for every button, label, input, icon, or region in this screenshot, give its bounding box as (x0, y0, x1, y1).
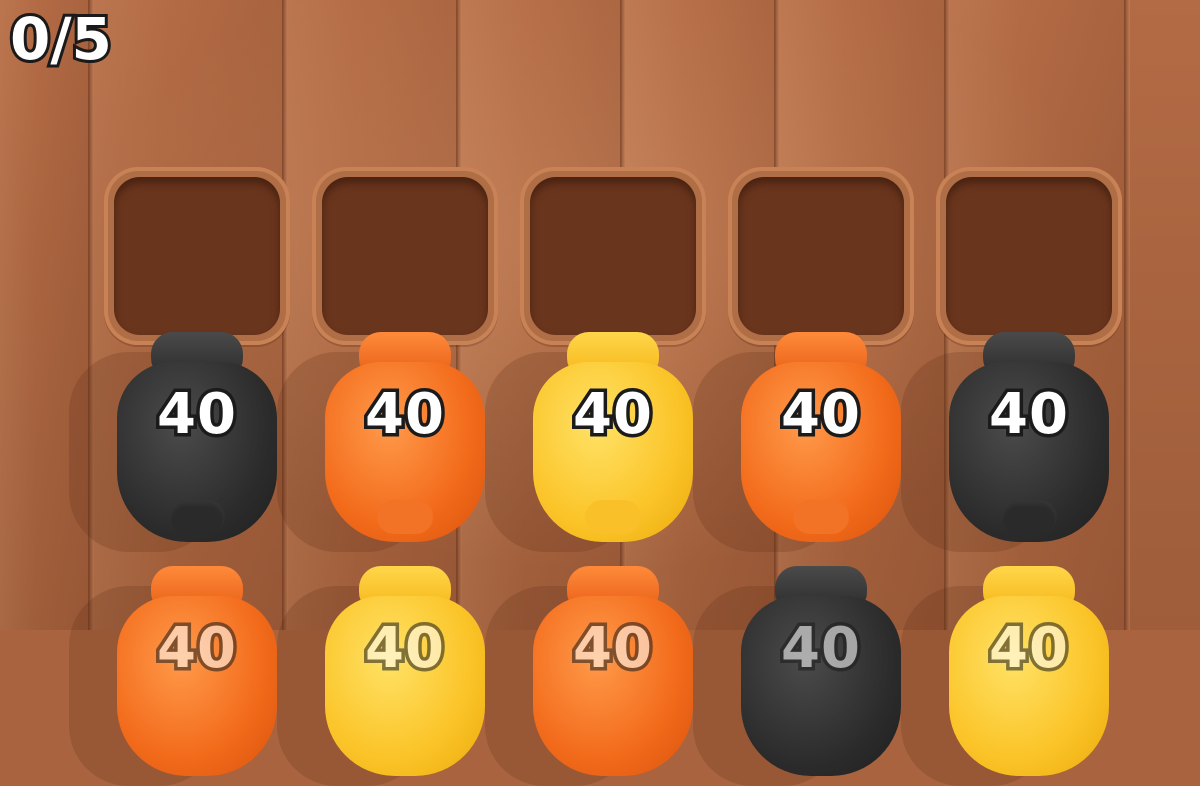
jar-slot-2[interactable] (312, 167, 498, 345)
wood-plank-seam (1124, 0, 1130, 630)
jar-value: 40 (986, 379, 1072, 451)
jar-value: 40 (154, 613, 240, 685)
jar-value: 40 (362, 379, 448, 451)
progress-counter: 0/5 (7, 5, 115, 73)
slot-hole (946, 177, 1112, 335)
slot-hole (322, 177, 488, 335)
slot-hole (530, 177, 696, 335)
jar-row1-1[interactable]: 40 (69, 332, 277, 552)
jar-value: 40 (778, 613, 864, 685)
jar-foot (585, 500, 641, 534)
jar-slot-4[interactable] (728, 167, 914, 345)
jar-slot-5[interactable] (936, 167, 1122, 345)
jar-row2-4[interactable]: 40 (693, 566, 901, 786)
jar-value: 40 (986, 613, 1072, 685)
jar-row2-2[interactable]: 40 (277, 566, 485, 786)
jar-slot-3[interactable] (520, 167, 706, 345)
jar-row2-1[interactable]: 40 (69, 566, 277, 786)
wood-plank (0, 0, 90, 630)
jar-row2-3[interactable]: 40 (485, 566, 693, 786)
jar-value: 40 (154, 379, 240, 451)
jar-value: 40 (570, 379, 656, 451)
jar-foot (793, 500, 849, 534)
jar-row1-3[interactable]: 40 (485, 332, 693, 552)
jar-value: 40 (778, 379, 864, 451)
jar-row1-2[interactable]: 40 (277, 332, 485, 552)
jar-slot-1[interactable] (104, 167, 290, 345)
jar-row1-4[interactable]: 40 (693, 332, 901, 552)
slot-hole (738, 177, 904, 335)
jar-foot (377, 500, 433, 534)
jar-foot (1001, 500, 1057, 534)
jar-row2-5[interactable]: 40 (901, 566, 1109, 786)
jar-value: 40 (570, 613, 656, 685)
jar-row1-5[interactable]: 40 (901, 332, 1109, 552)
slot-hole (114, 177, 280, 335)
jar-value: 40 (362, 613, 448, 685)
jar-foot (169, 500, 225, 534)
